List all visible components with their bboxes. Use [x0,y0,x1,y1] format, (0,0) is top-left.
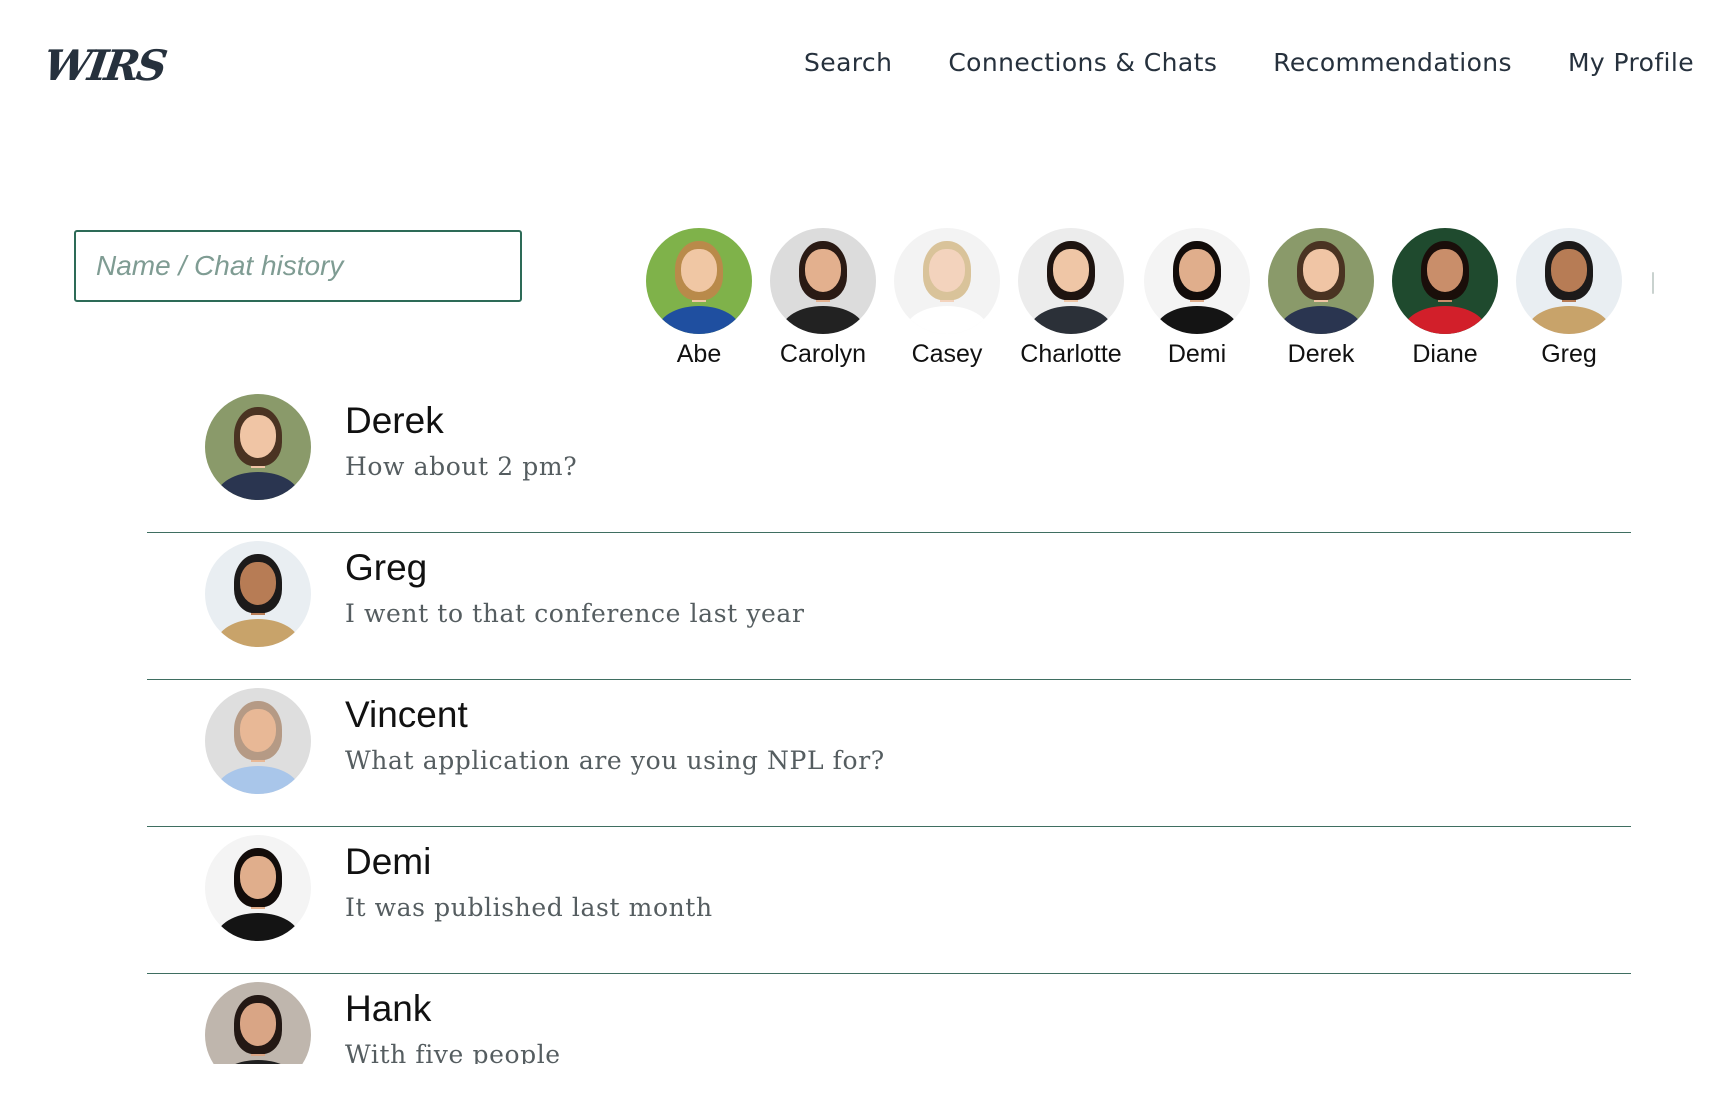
connection-item-carolyn[interactable]: Carolyn [760,228,886,369]
avatar[interactable] [770,228,876,334]
connection-portrait [1018,228,1124,334]
chat-portrait [205,394,311,500]
connection-name: Diane [1412,340,1478,368]
avatar[interactable] [205,835,311,941]
chat-row[interactable]: Hank With five people [147,974,1631,1064]
avatar[interactable] [205,688,311,794]
chat-face [239,562,276,605]
chat-contact-name: Vincent [345,694,468,735]
chat-face [239,856,276,899]
nav-search[interactable]: Search [804,48,892,77]
avatar[interactable] [1018,228,1124,334]
chat-portrait [205,835,311,941]
chats-page: WIRS Search Connections & Chats Recommen… [0,0,1728,1117]
connection-portrait [646,228,752,334]
chat-contact-name: Derek [345,400,444,441]
avatar[interactable] [205,541,311,647]
connection-face [1426,249,1463,292]
connection-face [804,249,841,292]
strip-scroll-edge [1652,272,1654,294]
connection-face [1302,249,1339,292]
connection-name: Charlotte [1020,340,1122,368]
connection-face [1052,249,1089,292]
chat-portrait [205,688,311,794]
connection-item-greg[interactable]: Greg [1506,228,1632,369]
nav-connections-chats[interactable]: Connections & Chats [948,48,1217,77]
connection-name: Carolyn [779,340,867,368]
connection-item-casey[interactable]: Casey [884,228,1010,369]
connection-item-derek[interactable]: Derek [1258,228,1384,369]
connection-portrait [1268,228,1374,334]
connection-item-charlotte[interactable]: Charlotte [1008,228,1134,369]
chat-contact-name: Greg [345,547,428,588]
chat-contact-name: Demi [345,841,432,882]
connection-portrait [1516,228,1622,334]
avatar[interactable] [1392,228,1498,334]
avatar[interactable] [205,394,311,500]
chat-contact-name: Hank [345,988,432,1029]
connection-face [1178,249,1215,292]
nav-my-profile[interactable]: My Profile [1568,48,1694,77]
chat-last-message: How about 2 pm? [345,452,578,481]
search-input[interactable] [74,230,522,302]
nav-recommendations[interactable]: Recommendations [1273,48,1512,77]
connection-name: Greg [1541,340,1597,368]
connection-name: Abe [676,340,722,368]
chat-last-message: With five people [345,1040,561,1064]
connection-face [928,249,965,292]
connection-name: Demi [1167,340,1227,368]
chat-face [239,709,276,752]
avatar[interactable] [894,228,1000,334]
connection-item-abe[interactable]: Abe [636,228,762,369]
connection-item-demi[interactable]: Demi [1134,228,1260,369]
chat-row[interactable]: Demi It was published last month [147,827,1631,974]
chat-face [239,415,276,458]
chat-list: Derek How about 2 pm? Greg I went to that c… [147,386,1631,1064]
avatar[interactable] [1268,228,1374,334]
chat-last-message: What application are you using NPL for? [345,746,885,775]
top-navigation: Search Connections & Chats Recommendatio… [804,48,1694,77]
chat-portrait [205,541,311,647]
connection-portrait [894,228,1000,334]
connections-avatar-strip[interactable]: Abe Carolyn Casey Charlotte Demi Derek Diane Gr… [636,228,1648,376]
chat-last-message: I went to that conference last year [345,599,805,628]
chat-row[interactable]: Derek How about 2 pm? [147,386,1631,533]
connection-face [1550,249,1587,292]
connection-face [680,249,717,292]
chat-last-message: It was published last month [345,893,713,922]
connection-portrait [1392,228,1498,334]
connection-item-diane[interactable]: Diane [1382,228,1508,369]
connection-name: Casey [911,340,983,368]
chat-row[interactable]: Greg I went to that conference last year [147,533,1631,680]
chat-row[interactable]: Vincent What application are you using NP… [147,680,1631,827]
avatar[interactable] [1144,228,1250,334]
avatar[interactable] [205,982,311,1064]
connection-portrait [1144,228,1250,334]
avatar[interactable] [1516,228,1622,334]
avatar[interactable] [646,228,752,334]
connection-portrait [770,228,876,334]
brand-logo[interactable]: WIRS [40,40,168,92]
chat-portrait [205,982,311,1064]
chat-face [239,1003,276,1046]
connection-name: Derek [1287,340,1355,368]
